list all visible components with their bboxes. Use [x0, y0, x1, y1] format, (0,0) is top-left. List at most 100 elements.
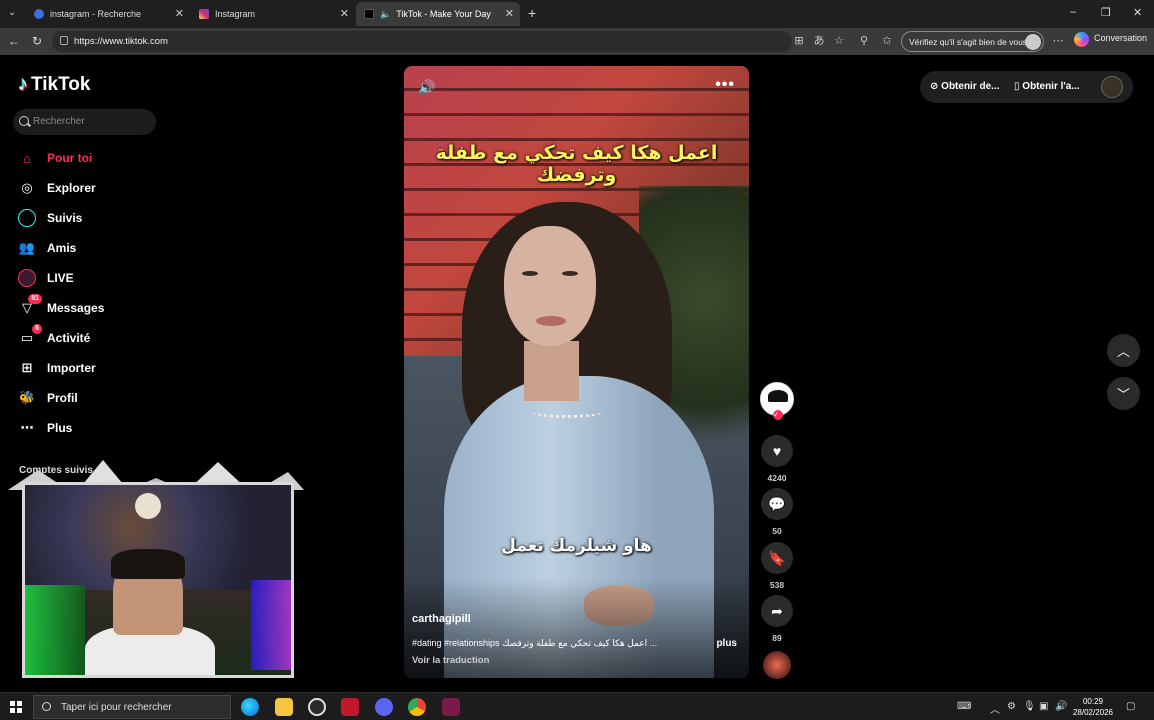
- file-explorer-icon[interactable]: [275, 698, 293, 716]
- get-app-button[interactable]: ▯ Obtenir l'a...: [1014, 81, 1080, 92]
- keyboard-icon[interactable]: ⌨: [957, 701, 971, 712]
- taskbar-clock[interactable]: 00:29 28/02/2026: [1070, 696, 1116, 718]
- heart-icon[interactable]: ♥: [761, 435, 793, 467]
- friends-icon: 👥: [18, 240, 36, 255]
- microphone-icon[interactable]: 🎙: [1023, 701, 1036, 712]
- tab-instagram[interactable]: Instagram ✕: [191, 2, 355, 26]
- save-action[interactable]: 🔖 538: [761, 542, 793, 590]
- restore-icon[interactable]: ❐: [1101, 6, 1111, 19]
- sidebar-item-for-you[interactable]: ⌂ Pour toi: [18, 147, 92, 169]
- favorites-icon[interactable]: ✩: [881, 35, 893, 47]
- next-video-chevron-down-icon[interactable]: ﹀: [1107, 377, 1140, 410]
- caption-more-link[interactable]: plus: [716, 638, 737, 649]
- previous-video-chevron-up-icon[interactable]: ︿: [1107, 334, 1140, 367]
- sidebar-item-live[interactable]: LIVE: [18, 267, 74, 289]
- user-avatar[interactable]: [1101, 76, 1123, 98]
- lock-icon: [60, 36, 68, 45]
- sidebar-item-upload[interactable]: ⊞ Importer: [18, 357, 96, 379]
- sidebar-item-label: Profil: [47, 391, 78, 405]
- volume-tray-icon[interactable]: 🔊: [1055, 701, 1067, 712]
- video-subtitle-middle: هاو شيلزمك تعمل: [501, 536, 652, 556]
- tab-title: TikTok - Make Your Day: [396, 9, 491, 19]
- streaming-app-icon[interactable]: [442, 698, 460, 716]
- close-window-icon[interactable]: ✕: [1133, 6, 1142, 19]
- speaker-icon[interactable]: 🔈: [380, 9, 391, 20]
- clock-time: 00:29: [1082, 697, 1104, 706]
- video-player[interactable]: 🔊 ••• اعمل هكا كيف تحكي مع طفلة وترفضك ه…: [404, 66, 749, 678]
- volume-icon[interactable]: 🔊: [418, 79, 435, 96]
- obs-app-icon[interactable]: [308, 698, 326, 716]
- sidebar-item-profile[interactable]: 🐝 Profil: [18, 387, 78, 409]
- taskbar-search-placeholder: Taper ici pour rechercher: [61, 702, 172, 713]
- translate-icon[interactable]: あ: [813, 35, 825, 47]
- acrobat-app-icon[interactable]: [341, 698, 359, 716]
- profile-icon: 🐝: [18, 390, 36, 405]
- address-bar[interactable]: https://www.tiktok.com: [52, 31, 792, 52]
- follow-check-icon[interactable]: ✓: [773, 410, 783, 420]
- profile-verify-button[interactable]: Vérifiez qu'il s'agit bien de vous: [901, 31, 1044, 52]
- woman-neck: [524, 341, 579, 401]
- show-hidden-icons-chevron-icon[interactable]: ︿: [990, 701, 1000, 716]
- share-action[interactable]: ➦ 89: [761, 595, 793, 643]
- tiktok-favicon-icon: [364, 9, 374, 19]
- tray-app-icon[interactable]: ⚙: [1007, 701, 1016, 712]
- tab-actions-chevron-icon[interactable]: ⌄: [8, 7, 16, 18]
- get-app-label: Obtenir l'a...: [1022, 81, 1080, 92]
- sidebar-item-label: LIVE: [47, 271, 74, 285]
- pearl-necklace: [532, 406, 602, 418]
- tiktok-logo[interactable]: ♪ TikTok: [18, 73, 90, 96]
- music-disc-icon[interactable]: [763, 651, 791, 679]
- copilot-label: Conversation: [1094, 33, 1148, 43]
- edge-app-icon[interactable]: [241, 698, 259, 716]
- comment-action[interactable]: 💬 50: [761, 488, 793, 536]
- sidebar-item-following[interactable]: Suivis: [18, 207, 82, 229]
- new-tab-plus-icon[interactable]: +: [528, 5, 536, 21]
- settings-more-icon[interactable]: ⋯: [1052, 35, 1064, 47]
- back-arrow-icon[interactable]: ←: [8, 34, 20, 48]
- chrome-app-icon[interactable]: [408, 698, 426, 716]
- tab-tiktok[interactable]: 🔈 TikTok - Make Your Day ✕: [356, 2, 520, 26]
- video-author[interactable]: carthagipill: [412, 613, 471, 625]
- windows-start-icon[interactable]: [10, 701, 22, 713]
- sidebar-item-friends[interactable]: 👥 Amis: [18, 237, 76, 259]
- get-coins-label: Obtenir de...: [941, 81, 1000, 92]
- refresh-icon[interactable]: ↻: [32, 34, 42, 48]
- copilot-button[interactable]: Conversation: [1074, 32, 1148, 47]
- taskbar-search-input[interactable]: Taper ici pour rechercher: [33, 695, 231, 719]
- url-text: https://www.tiktok.com: [74, 36, 168, 47]
- bookmark-icon[interactable]: 🔖: [761, 542, 793, 574]
- close-tab-icon[interactable]: ✕: [340, 7, 349, 20]
- sidebar-item-label: Messages: [47, 301, 105, 315]
- streamer-hair: [111, 549, 185, 579]
- tab-instagram-search[interactable]: instagram - Recherche ✕: [26, 2, 190, 26]
- messages-icon: ▽ 81: [18, 294, 42, 317]
- search-favicon-icon: [34, 9, 44, 19]
- creator-avatar[interactable]: ✓: [760, 382, 794, 420]
- favorite-star-icon[interactable]: ☆: [833, 35, 845, 47]
- neon-light-left: [25, 585, 85, 675]
- get-coins-button[interactable]: ⊘ Obtenir de...: [930, 81, 1000, 92]
- address-toolbar: ← ↻ https://www.tiktok.com ⊞ あ ☆ ⚲ ✩ Vér…: [0, 28, 1154, 55]
- instagram-favicon-icon: [199, 9, 209, 19]
- share-arrow-icon[interactable]: ➦: [761, 595, 793, 627]
- see-translation-link[interactable]: Voir la traduction: [412, 655, 489, 666]
- notifications-icon[interactable]: ▢: [1126, 701, 1135, 712]
- network-icon[interactable]: ▣: [1039, 701, 1048, 712]
- sidebar-item-activity[interactable]: ▭ 6 Activité: [18, 324, 91, 349]
- woman-eye: [522, 271, 538, 276]
- like-action[interactable]: ♥ 4240: [761, 435, 793, 483]
- close-tab-icon[interactable]: ✕: [505, 7, 514, 20]
- sidebar-item-messages[interactable]: ▽ 81 Messages: [18, 294, 105, 319]
- apps-icon[interactable]: ⊞: [793, 35, 805, 47]
- comment-icon[interactable]: 💬: [761, 488, 793, 520]
- sidebar-item-more[interactable]: ⋯ Plus: [18, 417, 73, 439]
- discord-app-icon[interactable]: [375, 698, 393, 716]
- more-options-icon[interactable]: •••: [715, 76, 735, 94]
- search-input[interactable]: Rechercher: [13, 109, 156, 135]
- minimize-icon[interactable]: –: [1070, 6, 1076, 18]
- extensions-icon[interactable]: ⚲: [858, 35, 870, 47]
- sidebar-item-label: Activité: [47, 331, 91, 345]
- tab-title: instagram - Recherche: [50, 9, 142, 19]
- sidebar-item-explore[interactable]: ◎ Explorer: [18, 177, 95, 199]
- close-tab-icon[interactable]: ✕: [175, 7, 184, 20]
